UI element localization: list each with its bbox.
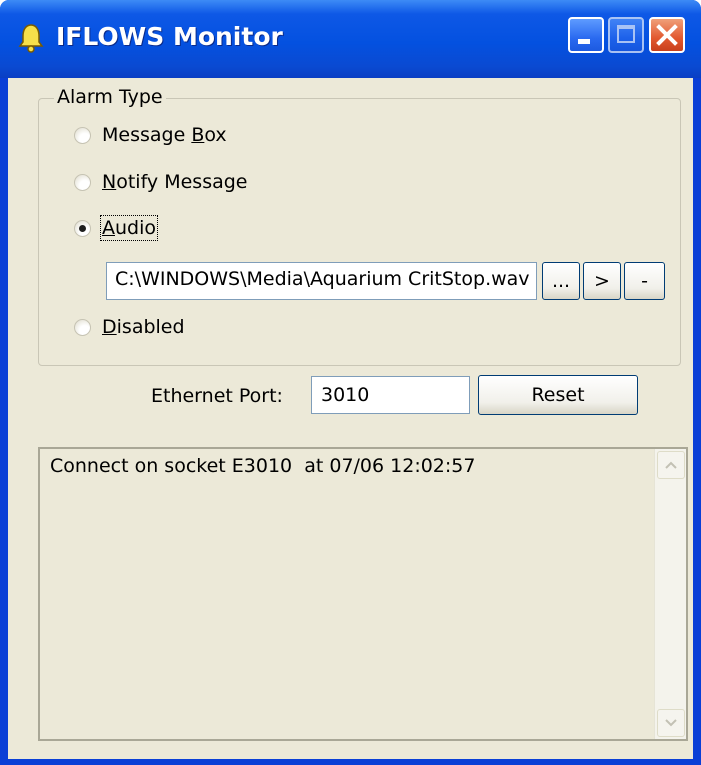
window-title: IFLOWS Monitor xyxy=(56,22,283,51)
stop-button[interactable]: - xyxy=(624,262,665,300)
radio-button[interactable] xyxy=(74,219,91,237)
client-area: Alarm Type Message Box Notify Message Au… xyxy=(8,78,693,759)
app-window: IFLOWS Monitor Alarm Type Message Box No… xyxy=(0,0,701,765)
chevron-down-icon xyxy=(665,719,677,727)
vertical-scrollbar[interactable] xyxy=(654,449,686,739)
radio-label: Notify Message xyxy=(102,171,248,193)
scroll-up-button[interactable] xyxy=(657,451,685,479)
audio-file-path-input[interactable]: C:\WINDOWS\Media\Aquarium CritStop.wav xyxy=(106,262,537,300)
radio-notify-message[interactable]: Notify Message xyxy=(74,168,247,196)
ethernet-port-input[interactable]: 3010 xyxy=(311,376,470,414)
title-bar[interactable]: IFLOWS Monitor xyxy=(0,0,701,78)
minimize-button[interactable] xyxy=(568,17,604,53)
bell-icon xyxy=(18,24,44,53)
close-icon xyxy=(656,24,678,46)
radio-button[interactable] xyxy=(74,126,91,144)
radio-message-box[interactable]: Message Box xyxy=(74,121,227,149)
ethernet-port-label: Ethernet Port: xyxy=(151,385,283,407)
radio-audio[interactable]: Audio xyxy=(74,214,159,242)
log-output[interactable]: Connect on socket E3010 at 07/06 12:02:5… xyxy=(38,447,688,741)
radio-disabled[interactable]: Disabled xyxy=(74,313,185,341)
chevron-up-icon xyxy=(665,461,677,469)
log-line: Connect on socket E3010 at 07/06 12:02:5… xyxy=(50,455,476,477)
play-button[interactable]: > xyxy=(583,262,621,300)
maximize-icon xyxy=(617,25,635,43)
radio-label: Disabled xyxy=(102,316,185,338)
minimize-icon xyxy=(578,39,590,44)
browse-button[interactable]: ... xyxy=(542,262,580,300)
close-button[interactable] xyxy=(649,17,685,53)
reset-button[interactable]: Reset xyxy=(478,375,638,415)
scroll-down-button[interactable] xyxy=(657,709,685,737)
radio-button[interactable] xyxy=(74,173,91,191)
maximize-button[interactable] xyxy=(608,17,644,53)
radio-label: Message Box xyxy=(102,124,227,146)
radio-label: Audio xyxy=(99,215,159,241)
alarm-type-legend: Alarm Type xyxy=(54,86,166,108)
radio-button[interactable] xyxy=(74,318,91,336)
